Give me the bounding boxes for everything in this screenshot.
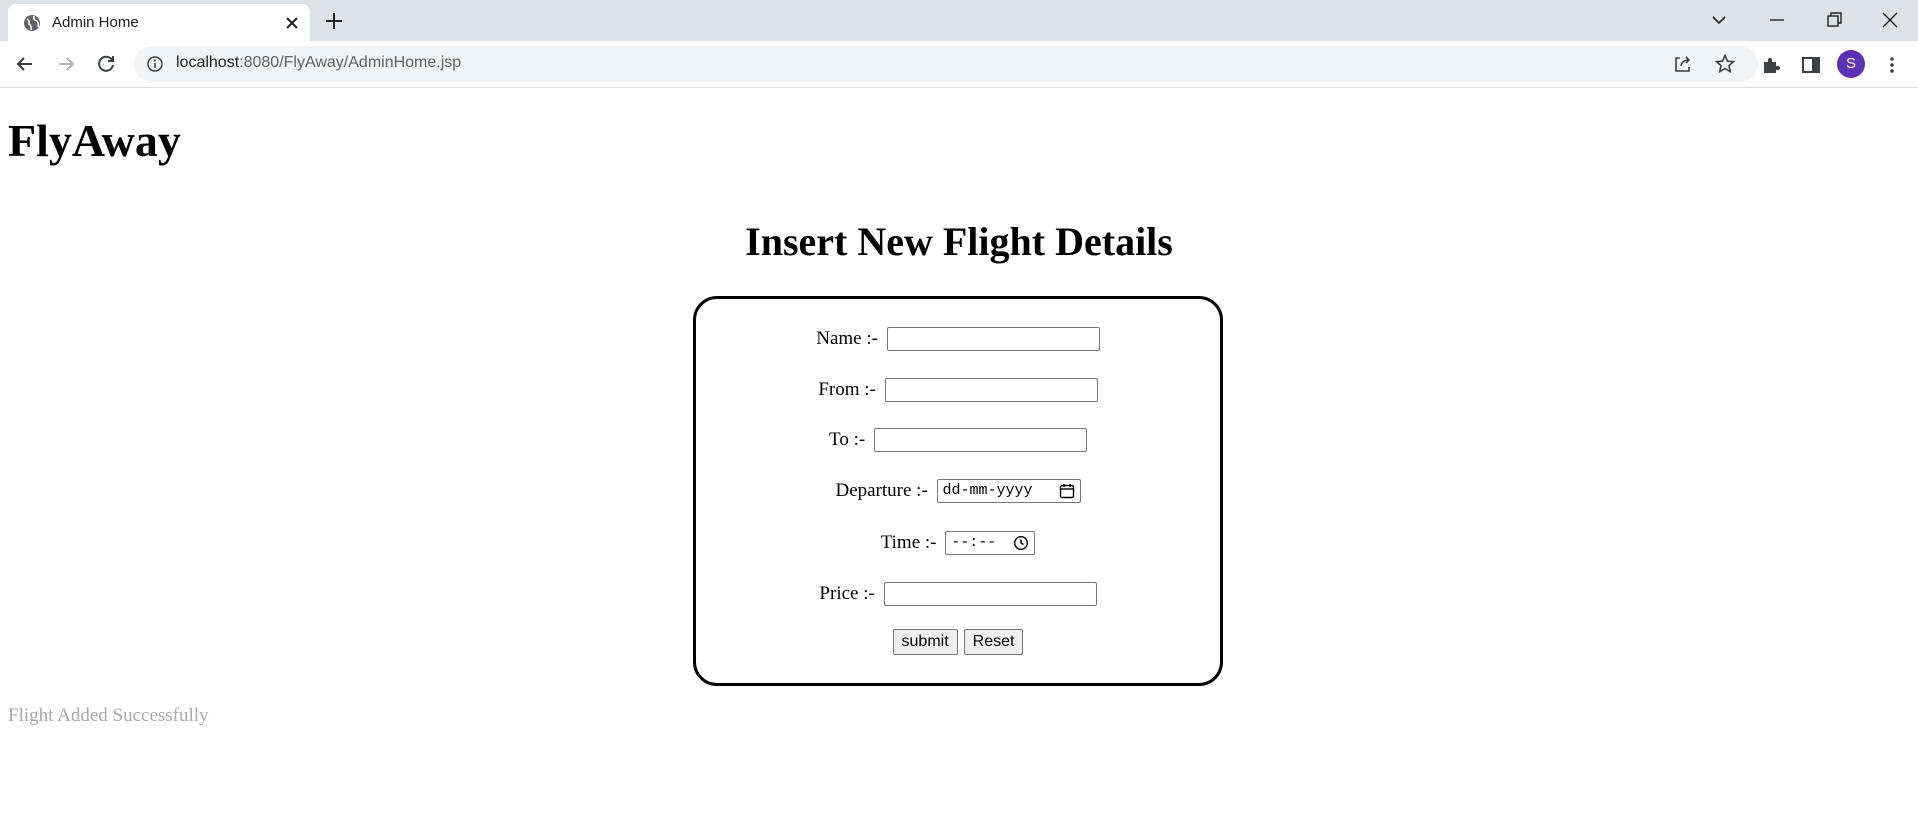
info-icon[interactable] xyxy=(146,55,164,73)
new-tab-icon[interactable] xyxy=(322,9,346,33)
submit-button[interactable]: submit xyxy=(892,629,958,655)
status-message: Flight Added Successfully xyxy=(8,705,209,726)
time-row: Time :- --:-- xyxy=(696,531,1220,555)
page-title: Insert New Flight Details xyxy=(745,219,1173,264)
to-label: To :- xyxy=(829,429,866,450)
globe-icon xyxy=(24,15,40,31)
star-icon[interactable] xyxy=(1714,53,1736,75)
departure-row: Departure :- dd-mm-yyyy xyxy=(696,479,1220,503)
to-row: To :- xyxy=(696,428,1220,452)
reload-icon[interactable] xyxy=(93,51,119,77)
share-icon[interactable] xyxy=(1672,53,1694,75)
name-label: Name :- xyxy=(816,328,878,349)
window-close-icon[interactable] xyxy=(1878,8,1902,32)
reset-button[interactable]: Reset xyxy=(963,629,1024,655)
calendar-icon[interactable] xyxy=(1059,483,1075,499)
tab-admin-home[interactable]: Admin Home xyxy=(8,4,310,41)
tab-strip: Admin Home xyxy=(0,0,1918,41)
departure-label: Departure :- xyxy=(835,480,928,501)
url-path: :8080/FlyAway/AdminHome.jsp xyxy=(239,54,462,71)
url-host: localhost xyxy=(176,54,240,71)
tab-search-icon[interactable] xyxy=(1707,8,1731,32)
time-label: Time :- xyxy=(880,532,937,553)
url-text: localhost:8080/FlyAway/AdminHome.jsp xyxy=(176,54,461,72)
brand-title: FlyAway xyxy=(8,115,181,166)
name-row: Name :- xyxy=(696,327,1220,351)
time-input[interactable]: --:-- xyxy=(945,531,1036,555)
avatar[interactable]: S xyxy=(1837,50,1865,78)
to-input[interactable] xyxy=(873,428,1087,452)
side-panel-icon[interactable] xyxy=(1799,53,1823,77)
browser-toolbar: localhost:8080/FlyAway/AdminHome.jsp xyxy=(0,41,1918,88)
restore-icon[interactable] xyxy=(1822,8,1846,32)
from-row: From :- xyxy=(696,378,1220,402)
more-menu-icon[interactable] xyxy=(1880,53,1904,77)
address-bar[interactable]: localhost:8080/FlyAway/AdminHome.jsp xyxy=(134,46,1758,82)
from-input[interactable] xyxy=(884,378,1098,402)
extensions-icon[interactable] xyxy=(1759,53,1783,77)
forward-icon[interactable] xyxy=(53,51,79,77)
departure-placeholder: dd-mm-yyyy xyxy=(942,482,1033,499)
flight-form: Name :- From :- To :- Departure :- dd-mm… xyxy=(693,296,1223,686)
from-label: From :- xyxy=(818,379,876,400)
minimize-icon[interactable] xyxy=(1765,8,1789,32)
price-input[interactable] xyxy=(883,582,1097,606)
back-icon[interactable] xyxy=(12,51,38,77)
departure-date-input[interactable]: dd-mm-yyyy xyxy=(936,479,1081,503)
close-icon[interactable] xyxy=(281,12,303,34)
form-buttons: submit Reset xyxy=(696,629,1220,655)
tab-title: Admin Home xyxy=(52,14,139,31)
price-label: Price :- xyxy=(819,583,875,604)
clock-icon[interactable] xyxy=(1013,535,1029,551)
name-input[interactable] xyxy=(886,327,1100,351)
price-row: Price :- xyxy=(696,582,1220,606)
time-placeholder: --:-- xyxy=(951,534,997,551)
